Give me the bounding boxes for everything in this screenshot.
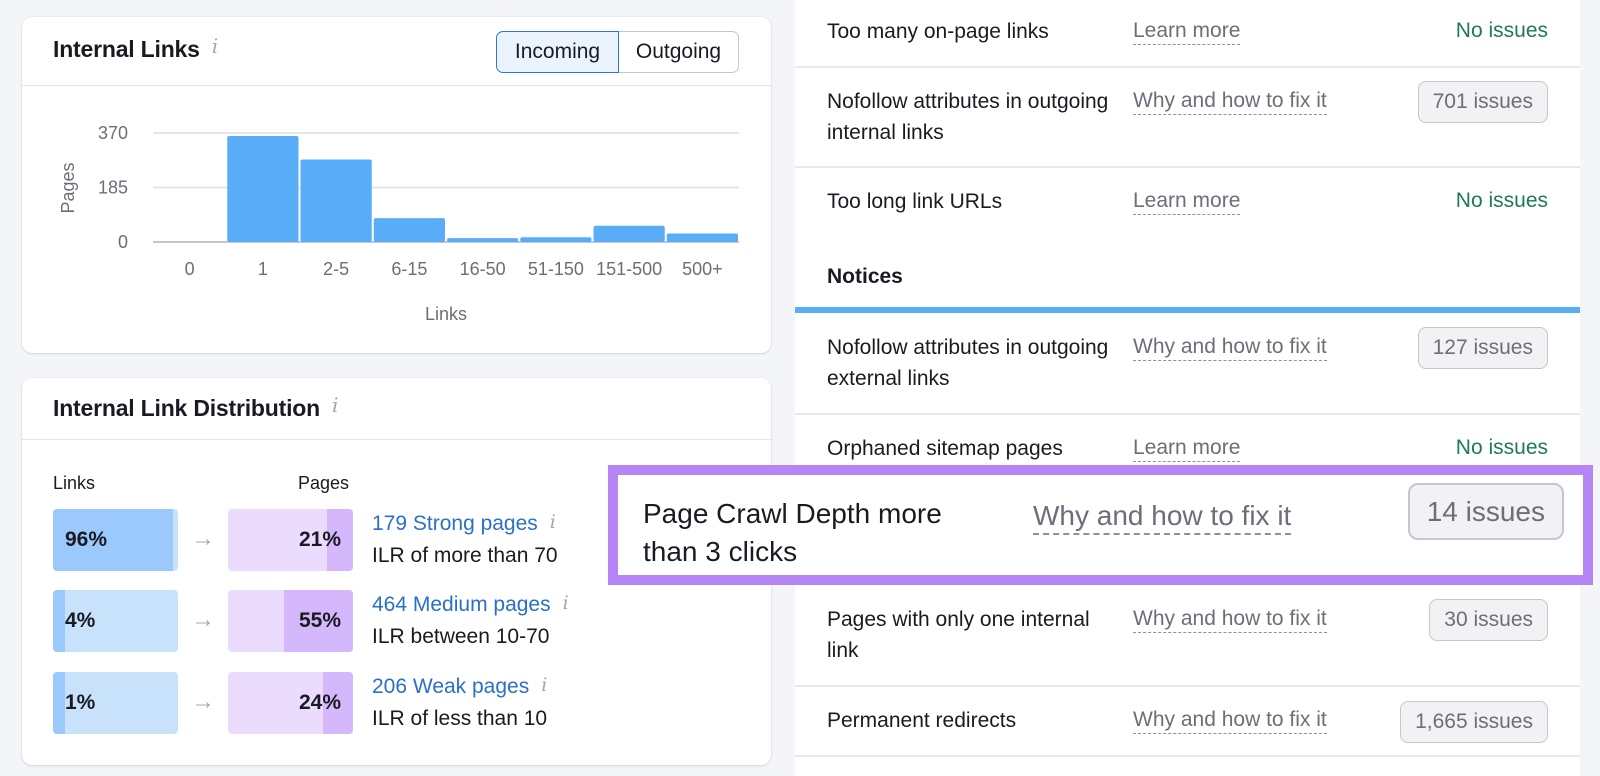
links-column-header: Links	[53, 473, 96, 493]
arrow-right-icon: →	[191, 606, 215, 633]
pages-share-bar: 55%	[228, 590, 353, 652]
row-divider	[795, 166, 1580, 168]
links-percent: 96%	[65, 528, 108, 551]
page-group-description: ILR between 10-70	[372, 625, 550, 648]
pages-column-header: Pages	[298, 473, 350, 493]
y-tick-label: 0	[118, 232, 128, 252]
issue-name: Nofollow attributes in outgoing external…	[827, 336, 1109, 390]
x-tick-label: 16-50	[460, 259, 506, 279]
card-divider	[22, 439, 771, 440]
issues-count-badge[interactable]: 127 issues	[1417, 327, 1548, 369]
issues-panel: Too many on-page links Learn more No iss…	[795, 0, 1580, 776]
x-tick-label: 6-15	[391, 259, 427, 279]
issue-name: Orphaned sitemap pages	[827, 437, 1063, 460]
why-fix-link[interactable]: Why and how to fix it	[1133, 334, 1327, 361]
arrow-right-icon: →	[191, 688, 215, 715]
info-icon[interactable]: i	[550, 511, 556, 533]
links-percent: 4%	[65, 609, 96, 632]
y-tick-label: 370	[98, 123, 128, 143]
links-share-bar: 96%	[53, 509, 178, 571]
bar[interactable]	[666, 233, 738, 242]
learn-more-link[interactable]: Learn more	[1133, 188, 1241, 215]
info-icon[interactable]: i	[563, 592, 569, 614]
pages-percent: 21%	[298, 528, 341, 551]
page-group-description: ILR of less than 10	[372, 707, 548, 730]
x-tick-label: 2-5	[323, 259, 349, 279]
page-group-link[interactable]: 464 Medium pages i	[372, 592, 569, 617]
x-tick-label: 51-150	[528, 259, 584, 279]
pages-percent: 55%	[298, 609, 341, 632]
status-no-issues: No issues	[1455, 19, 1548, 42]
issues-count-badge[interactable]: 1,665 issues	[1400, 701, 1548, 743]
issue-name: Permanent redirects	[827, 709, 1017, 732]
status-no-issues: No issues	[1455, 436, 1548, 459]
why-fix-link[interactable]: Why and how to fix it	[1033, 499, 1292, 535]
bar[interactable]	[447, 238, 519, 242]
learn-more-link[interactable]: Learn more	[1133, 18, 1241, 45]
info-icon[interactable]: i	[541, 674, 547, 696]
info-icon[interactable]: i	[332, 393, 338, 417]
why-fix-link[interactable]: Why and how to fix it	[1133, 606, 1327, 633]
issues-count-badge[interactable]: 701 issues	[1417, 81, 1548, 123]
page-group-link[interactable]: 206 Weak pages i	[372, 674, 547, 699]
row-divider	[795, 66, 1580, 68]
status-no-issues: No issues	[1455, 189, 1548, 212]
internal-links-chart: 0185370 0 1 2-5 6-15 16-50 51-150 151-500 500+ …	[58, 123, 739, 324]
issue-name: Page Crawl Depth more than 3 clicks	[643, 498, 942, 567]
highlighted-issue-row: Page Crawl Depth more than 3 clicks Why …	[608, 465, 1593, 585]
issue-name: Nofollow attributes in outgoing internal…	[827, 90, 1109, 144]
links-share-fill	[53, 590, 65, 652]
bar[interactable]	[227, 135, 299, 242]
issue-name: Pages with only one internal link	[827, 608, 1090, 662]
bar[interactable]	[593, 225, 665, 242]
page-group-description: ILR of more than 70	[372, 544, 558, 567]
distribution-title: Internal Link Distribution i	[53, 393, 339, 421]
issues-count-badge[interactable]: 14 issues	[1407, 483, 1564, 540]
links-share-bar: 4%	[53, 590, 178, 652]
issue-name: Too long link URLs	[827, 190, 1003, 213]
row-divider	[795, 685, 1580, 687]
page-group-link[interactable]: 179 Strong pages i	[372, 511, 556, 536]
pages-percent: 24%	[298, 691, 341, 714]
bar[interactable]	[300, 159, 372, 242]
links-share-fill	[53, 672, 65, 734]
x-tick-label: 0	[185, 259, 195, 279]
y-axis-label: Pages	[58, 162, 78, 213]
notices-accent-bar	[795, 307, 1580, 313]
x-tick-label: 151-500	[596, 259, 662, 279]
pages-share-bar: 24%	[228, 672, 353, 734]
bar[interactable]	[520, 237, 592, 242]
links-percent: 1%	[65, 691, 96, 714]
why-fix-link[interactable]: Why and how to fix it	[1133, 88, 1327, 115]
pages-share-bar: 21%	[228, 509, 353, 571]
notices-heading: Notices	[827, 265, 903, 288]
issues-count-badge[interactable]: 30 issues	[1429, 599, 1548, 641]
why-fix-link[interactable]: Why and how to fix it	[1133, 707, 1327, 734]
row-divider	[795, 755, 1580, 757]
row-divider	[795, 413, 1580, 415]
bar[interactable]	[373, 218, 445, 242]
learn-more-link[interactable]: Learn more	[1133, 435, 1241, 462]
y-tick-label: 185	[98, 178, 128, 198]
issue-name: Too many on-page links	[827, 20, 1049, 43]
arrow-right-icon: →	[191, 525, 215, 552]
links-share-bar: 1%	[53, 672, 178, 734]
x-axis-label: Links	[425, 304, 467, 324]
x-tick-label: 1	[258, 259, 268, 279]
x-tick-label: 500+	[682, 259, 723, 279]
